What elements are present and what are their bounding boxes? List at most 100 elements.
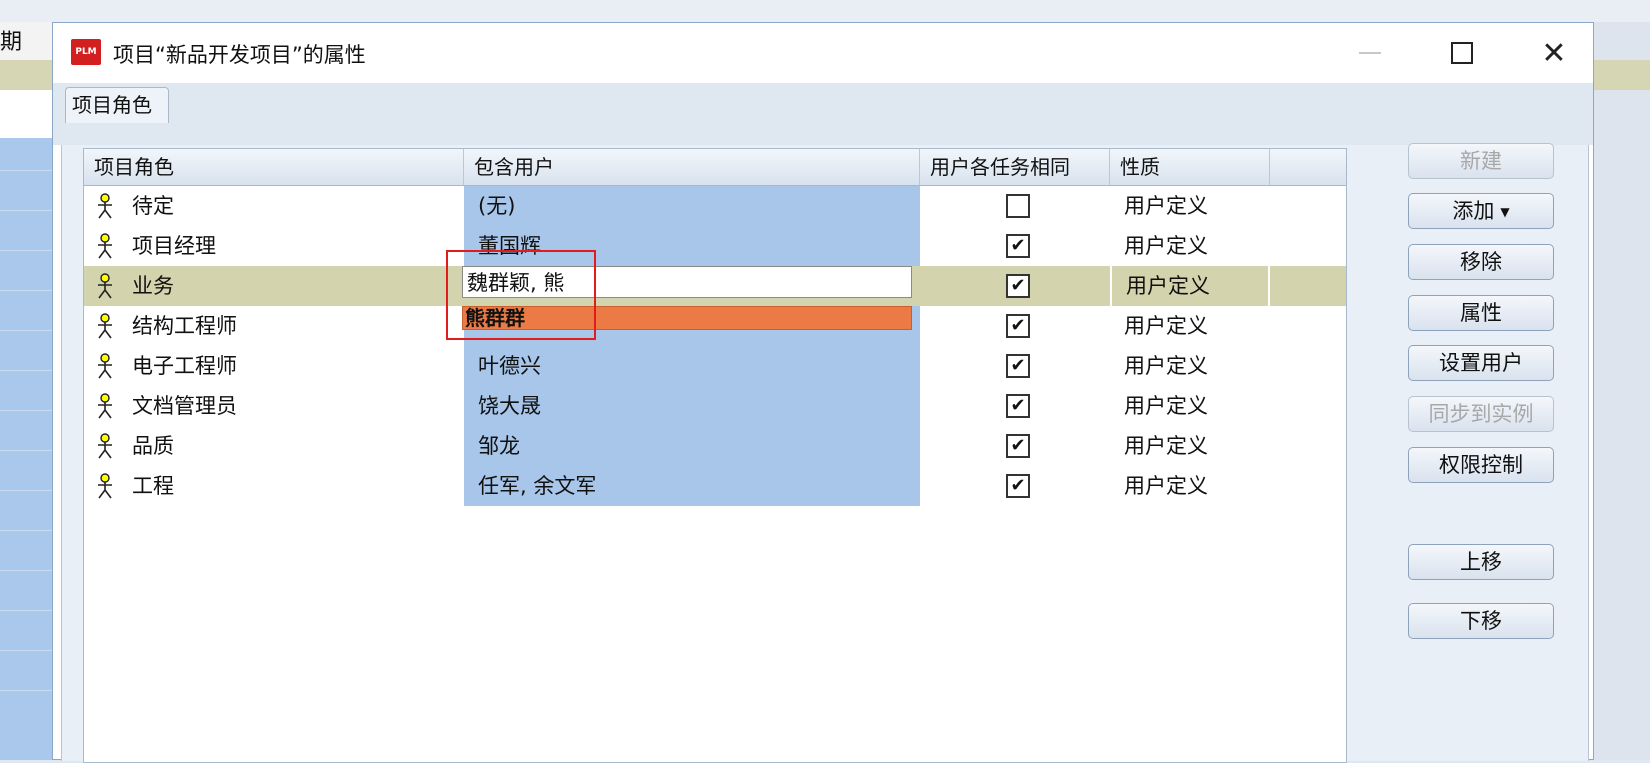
role-name: 项目经理: [132, 234, 216, 258]
role-cell[interactable]: 电子工程师: [84, 346, 464, 386]
set-users-button[interactable]: 设置用户: [1408, 345, 1554, 381]
user-role-icon: [94, 472, 116, 500]
background-grid-line: [0, 250, 52, 251]
background-grid-line: [0, 330, 52, 331]
caret-down-icon: ▼: [1500, 205, 1510, 219]
remove-button[interactable]: 移除: [1408, 244, 1554, 280]
move-down-button[interactable]: 下移: [1408, 603, 1554, 639]
table-row[interactable]: 文档管理员 饶大晟 ✔ 用户定义: [84, 386, 1346, 426]
nature-cell: 用户定义: [1124, 474, 1208, 498]
table-row[interactable]: 工程 任军, 余文军 ✔ 用户定义: [84, 466, 1346, 506]
role-cell[interactable]: 业务: [84, 266, 464, 306]
same-for-tasks-checkbox[interactable]: ✔: [1006, 354, 1030, 378]
same-for-tasks-checkbox[interactable]: [1006, 194, 1030, 218]
background-selected-row: [0, 60, 52, 90]
user-role-icon: [94, 352, 116, 380]
role-name: 结构工程师: [132, 314, 237, 338]
nature-cell: 用户定义: [1124, 354, 1208, 378]
same-for-tasks-cell: ✔: [920, 386, 1110, 426]
same-for-tasks-cell: ✔: [920, 346, 1110, 386]
role-name: 品质: [132, 434, 174, 458]
column-header-same-for-tasks[interactable]: 用户各任务相同: [920, 149, 1110, 185]
sync-to-instance-button[interactable]: 同步到实例: [1408, 396, 1554, 432]
minimize-button[interactable]: [1345, 33, 1395, 73]
role-name: 工程: [132, 474, 174, 498]
background-grid-line: [0, 650, 52, 651]
same-for-tasks-cell: [920, 186, 1110, 226]
background-app-toolbar: [0, 0, 1650, 23]
background-grid-line: [0, 290, 52, 291]
nature-cell: 用户定义: [1124, 314, 1208, 338]
tab-project-roles[interactable]: 项目角色: [65, 87, 169, 123]
tab-strip: 项目角色: [53, 83, 1593, 145]
close-button[interactable]: ✕: [1529, 33, 1579, 73]
user-role-icon: [94, 432, 116, 460]
same-for-tasks-checkbox[interactable]: ✔: [1006, 394, 1030, 418]
table-row[interactable]: 品质 邹龙 ✔ 用户定义: [84, 426, 1346, 466]
plm-app-icon: PLM: [71, 39, 101, 65]
background-grid-line: [0, 410, 52, 411]
same-for-tasks-cell: ✔: [920, 426, 1110, 466]
nature-cell: 用户定义: [1124, 234, 1208, 258]
same-for-tasks-checkbox[interactable]: ✔: [1006, 434, 1030, 458]
same-for-tasks-cell: ✔: [920, 266, 1110, 306]
project-properties-dialog: PLM 项目“新品开发项目”的属性 ✕ 项目角色 项目角色 包含用户 用户各任务…: [52, 22, 1594, 763]
column-header-role[interactable]: 项目角色: [84, 149, 464, 185]
users-cell[interactable]: 饶大晟: [464, 386, 920, 426]
nature-cell: 用户定义: [1124, 434, 1208, 458]
background-grid-line: [0, 490, 52, 491]
user-role-icon: [94, 272, 116, 300]
background-selected-row: [1594, 60, 1650, 90]
background-grid-line: [0, 210, 52, 211]
role-cell[interactable]: 品质: [84, 426, 464, 466]
column-header-empty: [1270, 149, 1346, 185]
same-for-tasks-checkbox[interactable]: ✔: [1006, 314, 1030, 338]
maximize-icon: [1451, 42, 1473, 64]
role-cell[interactable]: 待定: [84, 186, 464, 226]
users-cell[interactable]: 任军, 余文军: [464, 466, 920, 506]
same-for-tasks-checkbox[interactable]: ✔: [1006, 274, 1030, 298]
role-cell[interactable]: 文档管理员: [84, 386, 464, 426]
role-name: 待定: [132, 194, 174, 218]
permissions-button[interactable]: 权限控制: [1408, 447, 1554, 483]
background-grid-line: [0, 610, 52, 611]
column-header-nature[interactable]: 性质: [1110, 149, 1270, 185]
user-role-icon: [94, 232, 116, 260]
role-name: 业务: [132, 274, 174, 298]
add-button-label: 添加: [1452, 199, 1495, 223]
role-cell[interactable]: 结构工程师: [84, 306, 464, 346]
table-row[interactable]: 待定 (无) 用户定义: [84, 186, 1346, 226]
same-for-tasks-cell: ✔: [920, 226, 1110, 266]
users-cell[interactable]: 叶德兴: [464, 346, 920, 386]
dialog-titlebar[interactable]: PLM 项目“新品开发项目”的属性 ✕: [53, 23, 1593, 83]
background-grid-line: [0, 690, 52, 691]
user-role-icon: [94, 392, 116, 420]
maximize-button[interactable]: [1437, 33, 1487, 73]
background-grid-line: [0, 170, 52, 171]
column-header-users[interactable]: 包含用户: [464, 149, 920, 185]
role-cell[interactable]: 项目经理: [84, 226, 464, 266]
background-grid-line: [0, 370, 52, 371]
role-name: 电子工程师: [132, 354, 237, 378]
same-for-tasks-cell: ✔: [920, 306, 1110, 346]
roles-table: 项目角色 包含用户 用户各任务相同 性质 待定 (无) 用户定义 项目经理 董国辉 ✔ 用户…: [83, 148, 1347, 763]
add-button[interactable]: 添加 ▼: [1408, 193, 1554, 229]
role-cell[interactable]: 工程: [84, 466, 464, 506]
table-row[interactable]: 电子工程师 叶德兴 ✔ 用户定义: [84, 346, 1346, 386]
new-button[interactable]: 新建: [1408, 143, 1554, 179]
close-icon: ✕: [1541, 35, 1567, 71]
table-row[interactable]: 项目经理 董国辉 ✔ 用户定义: [84, 226, 1346, 266]
same-for-tasks-checkbox[interactable]: ✔: [1006, 234, 1030, 258]
user-role-icon: [94, 192, 116, 220]
background-grid-line: [0, 570, 52, 571]
properties-button[interactable]: 属性: [1408, 295, 1554, 331]
same-for-tasks-checkbox[interactable]: ✔: [1006, 474, 1030, 498]
background-row: [0, 90, 52, 138]
users-cell[interactable]: (无): [464, 186, 920, 226]
move-up-button[interactable]: 上移: [1408, 544, 1554, 580]
role-name: 文档管理员: [132, 394, 237, 418]
users-cell[interactable]: 邹龙: [464, 426, 920, 466]
table-header: 项目角色 包含用户 用户各任务相同 性质: [84, 149, 1346, 186]
user-role-icon: [94, 312, 116, 340]
dialog-title: 项目“新品开发项目”的属性: [113, 43, 366, 67]
